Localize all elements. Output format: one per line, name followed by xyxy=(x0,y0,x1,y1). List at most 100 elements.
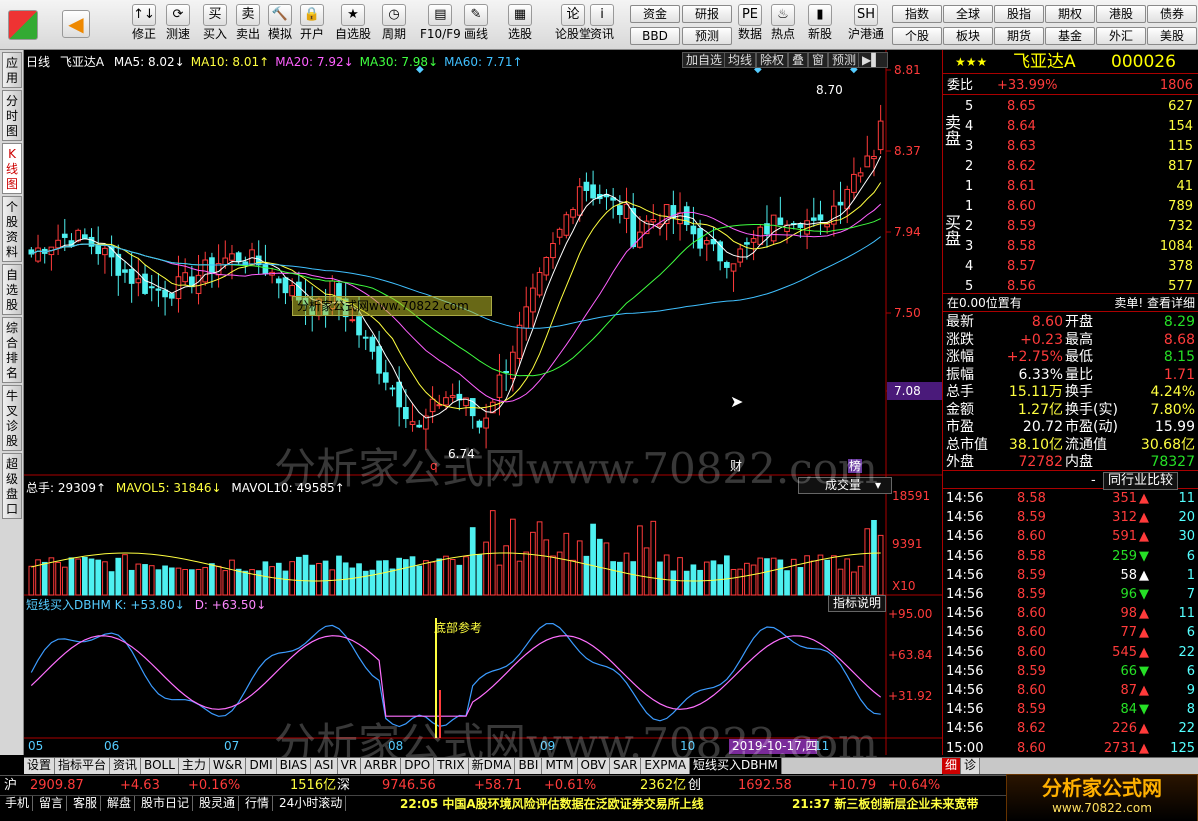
chart-button-2[interactable]: 除权 xyxy=(756,52,789,68)
indicator-tab-3[interactable]: BOLL xyxy=(141,758,179,774)
sell-row-2[interactable]: 3 8.63 115 xyxy=(943,137,1198,156)
indicator-tab-15[interactable]: MTM xyxy=(542,758,578,774)
market-tab-7[interactable]: 板块 xyxy=(943,27,993,45)
indicator-tab-10[interactable]: ARBR xyxy=(361,758,402,774)
sidebar-tab-0[interactable]: 应用 xyxy=(2,52,22,88)
cy-index[interactable]: 1692.58 xyxy=(738,776,792,795)
market-tab-8[interactable]: 期货 xyxy=(994,27,1044,45)
toolbar-button-8[interactable]: ▤ F10/F9 xyxy=(420,4,461,42)
buy-row-1[interactable]: 2 8.59 732 xyxy=(943,217,1198,236)
buy-row-3[interactable]: 4 8.57 378 xyxy=(943,257,1198,276)
indicator-tab-19[interactable]: 短线买入DBHM xyxy=(690,758,782,774)
market-tab-9[interactable]: 基金 xyxy=(1045,27,1095,45)
sell-row-3[interactable]: 2 8.62 817 xyxy=(943,157,1198,176)
indicator-tab-7[interactable]: BIAS xyxy=(276,758,312,774)
view-detail-link[interactable]: 卖单! 查看详细 xyxy=(1114,294,1195,313)
status-item-1[interactable]: 留言 xyxy=(36,796,68,811)
indicator-tab-8[interactable]: ASI xyxy=(311,758,338,774)
market-tab-10[interactable]: 外汇 xyxy=(1096,27,1146,45)
status-item-5[interactable]: 股灵通 xyxy=(196,796,240,811)
toolbar-button-13[interactable]: PE 数据 xyxy=(738,4,762,42)
indicator-tab-13[interactable]: 新DMA xyxy=(468,758,516,774)
toolbar-button-2[interactable]: 买买入 xyxy=(203,4,227,42)
indicator-tab-1[interactable]: 指标平台 xyxy=(55,758,111,774)
sell-row-1[interactable]: 4 8.64 154 xyxy=(943,117,1198,136)
news-ticker-1[interactable]: 22:05 中国A股环境风险评估数据在泛欧证券交易所上线 xyxy=(400,797,704,812)
status-item-4[interactable]: 股市日记 xyxy=(138,796,194,811)
indicator-tab-0[interactable]: 设置 xyxy=(24,758,56,774)
indicator-tab-2[interactable]: 资讯 xyxy=(110,758,142,774)
chart-button-3[interactable]: 叠 xyxy=(788,52,809,68)
toolbar-button-12[interactable]: i 资讯 xyxy=(590,4,614,42)
toolbar-button-7[interactable]: ◷ 周期 xyxy=(382,4,406,42)
sell-row-4[interactable]: 1 8.61 41 xyxy=(943,177,1198,196)
market-tab-1[interactable]: 全球 xyxy=(943,5,993,23)
quote-tab-0[interactable]: 细 xyxy=(942,758,962,774)
indicator-tab-17[interactable]: SAR xyxy=(610,758,642,774)
market-tab-3[interactable]: 期权 xyxy=(1045,5,1095,23)
sidebar-tab-1[interactable]: 分时图 xyxy=(2,90,22,141)
back-button[interactable]: ◀ xyxy=(62,10,90,38)
market-tab-4[interactable]: 港股 xyxy=(1096,5,1146,23)
status-item-0[interactable]: 手机 xyxy=(2,796,34,811)
toolbar-sq-0[interactable]: 资金 xyxy=(630,5,680,23)
app-logo[interactable] xyxy=(8,10,38,40)
indicator-tab-16[interactable]: OBV xyxy=(577,758,611,774)
sidebar-tab-5[interactable]: 综合排名 xyxy=(2,317,22,383)
status-item-2[interactable]: 客服 xyxy=(70,796,102,811)
status-item-3[interactable]: 解盘 xyxy=(104,796,136,811)
indicator-tab-9[interactable]: VR xyxy=(337,758,362,774)
vol-selector[interactable]: 成交量 ▾ xyxy=(798,477,892,494)
sidebar-tab-7[interactable]: 超级盘口 xyxy=(2,453,22,519)
toolbar-button-3[interactable]: 卖卖出 xyxy=(236,4,260,42)
sell-row-0[interactable]: 5 8.65 627 xyxy=(943,97,1198,116)
toolbar-button-5[interactable]: 🔒 开户 xyxy=(300,4,324,42)
sidebar-tab-6[interactable]: 牛叉诊股 xyxy=(2,385,22,451)
quote-tab-1[interactable]: 诊 xyxy=(961,758,981,774)
status-item-6[interactable]: 行情 xyxy=(242,796,274,811)
toolbar-sq-1[interactable]: 研报 xyxy=(682,5,732,23)
sidebar-tab-4[interactable]: 自选股 xyxy=(2,264,22,315)
chart-button-0[interactable]: 加自选 xyxy=(682,52,727,68)
status-item-7[interactable]: 24小时滚动 xyxy=(276,796,347,811)
toolbar-button-14[interactable]: ♨ 热点 xyxy=(771,4,795,42)
toolbar-sq-2[interactable]: BBD xyxy=(630,27,680,45)
news-ticker-2[interactable]: 21:37 新三板创新层企业未来宽带 xyxy=(792,797,1000,812)
expand-panel-icon[interactable]: ▶▌ xyxy=(858,52,888,68)
indicator-tab-5[interactable]: W&R xyxy=(209,758,247,774)
toolbar-button-15[interactable]: ▮ 新股 xyxy=(808,4,832,42)
chart-button-1[interactable]: 均线 xyxy=(724,52,757,68)
indicator-tab-14[interactable]: BBI xyxy=(515,758,543,774)
toolbar-button-0[interactable]: ↑↓ 修正 xyxy=(132,4,156,42)
toolbar-button-4[interactable]: 🔨 模拟 xyxy=(268,4,292,42)
toolbar-button-6[interactable]: ★ 自选股 xyxy=(335,4,371,42)
chart-button-5[interactable]: 预测 xyxy=(828,52,861,68)
indicator-tab-12[interactable]: TRIX xyxy=(434,758,469,774)
sidebar-tab-2[interactable]: K线图 xyxy=(2,143,22,194)
buy-row-0[interactable]: 1 8.60 789 xyxy=(943,197,1198,216)
toolbar-sq-3[interactable]: 预测 xyxy=(682,27,732,45)
sz-index[interactable]: 9746.56 xyxy=(382,776,436,795)
market-tab-6[interactable]: 个股 xyxy=(892,27,942,45)
toolbar-button-1[interactable]: ⟳ 测速 xyxy=(166,4,190,42)
market-tab-0[interactable]: 指数 xyxy=(892,5,942,23)
market-tab-2[interactable]: 股指 xyxy=(994,5,1044,23)
toolbar-button-9[interactable]: ✎ 画线 xyxy=(464,4,488,42)
market-tab-11[interactable]: 美股 xyxy=(1147,27,1197,45)
sh-index[interactable]: 2909.87 xyxy=(30,776,84,795)
indicator-tab-4[interactable]: 主力 xyxy=(178,758,210,774)
indicator-tab-11[interactable]: DPO xyxy=(401,758,435,774)
market-tab-5[interactable]: 债券 xyxy=(1147,5,1197,23)
industry-compare-button[interactable]: 同行业比较 xyxy=(1103,472,1179,490)
indicator-tab-18[interactable]: EXPMA xyxy=(641,758,691,774)
toolbar-button-10[interactable]: ▦ 选股 xyxy=(508,4,532,42)
promo-banner[interactable]: 分析家公式网www.70822.com xyxy=(292,296,492,316)
toolbar-button-11[interactable]: 论论股堂 xyxy=(555,4,591,42)
chart-button-4[interactable]: 窗 xyxy=(808,52,829,68)
indicator-tab-6[interactable]: DMI xyxy=(246,758,277,774)
buy-row-2[interactable]: 3 8.58 1084 xyxy=(943,237,1198,256)
toolbar-button-16[interactable]: SH 沪港通 xyxy=(848,4,884,42)
indicator-help-button[interactable]: 指标说明 xyxy=(828,595,887,612)
sidebar-tab-3[interactable]: 个股资料 xyxy=(2,196,22,262)
kline-chart-svg[interactable]: 8.81 8.37 7.94 7.50 7.08 8.70 6.74 q 财 榜 18591 9391… xyxy=(24,50,942,755)
